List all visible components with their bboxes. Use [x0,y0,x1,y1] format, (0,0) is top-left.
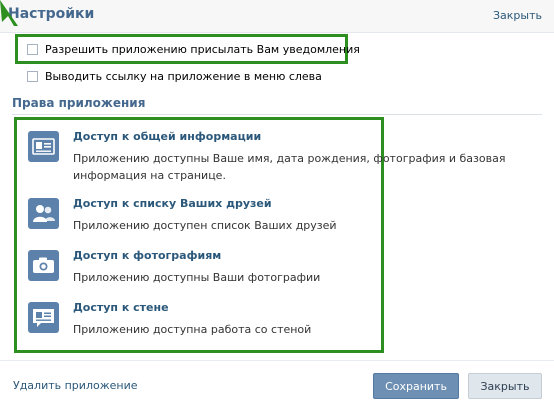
settings-header: Настройки Закрыть [0,0,554,33]
permissions-title: Права приложения [12,96,146,110]
footer-divider [0,360,554,361]
permission-title[interactable]: Доступ к стене [73,301,169,314]
permission-description: Приложению доступны Ваши фотографии [73,271,321,284]
delete-app-link[interactable]: Удалить приложение [13,379,138,392]
close-button[interactable]: Закрыть [468,373,542,399]
camera-icon [28,250,59,281]
wall-icon [28,302,59,333]
close-link[interactable]: Закрыть [493,9,542,22]
menu-link-label: Выводить ссылку на приложение в меню сле… [45,69,322,83]
friends-icon [28,198,59,229]
permission-description: Приложению доступен список Ваших друзей [73,219,337,232]
permission-title[interactable]: Доступ к общей информации [73,130,261,143]
save-button[interactable]: Сохранить [373,373,459,399]
notifications-checkbox-row[interactable]: Разрешить приложению присылать Вам уведо… [27,40,360,58]
permission-title[interactable]: Доступ к фотографиям [73,249,221,262]
id-card-icon [28,131,59,162]
section-divider [12,114,542,115]
menu-link-checkbox[interactable] [27,70,38,82]
arrow-pointer-icon [0,0,18,26]
permission-description: Приложению доступна работа со стеной [73,323,312,336]
notifications-label: Разрешить приложению присылать Вам уведо… [45,42,360,56]
permission-title[interactable]: Доступ к списку Ваших друзей [73,197,272,210]
permission-description: Приложению доступны Ваше имя, дата рожде… [73,152,506,182]
menu-link-checkbox-row[interactable]: Выводить ссылку на приложение в меню сле… [27,67,322,85]
notifications-checkbox[interactable] [27,43,38,55]
